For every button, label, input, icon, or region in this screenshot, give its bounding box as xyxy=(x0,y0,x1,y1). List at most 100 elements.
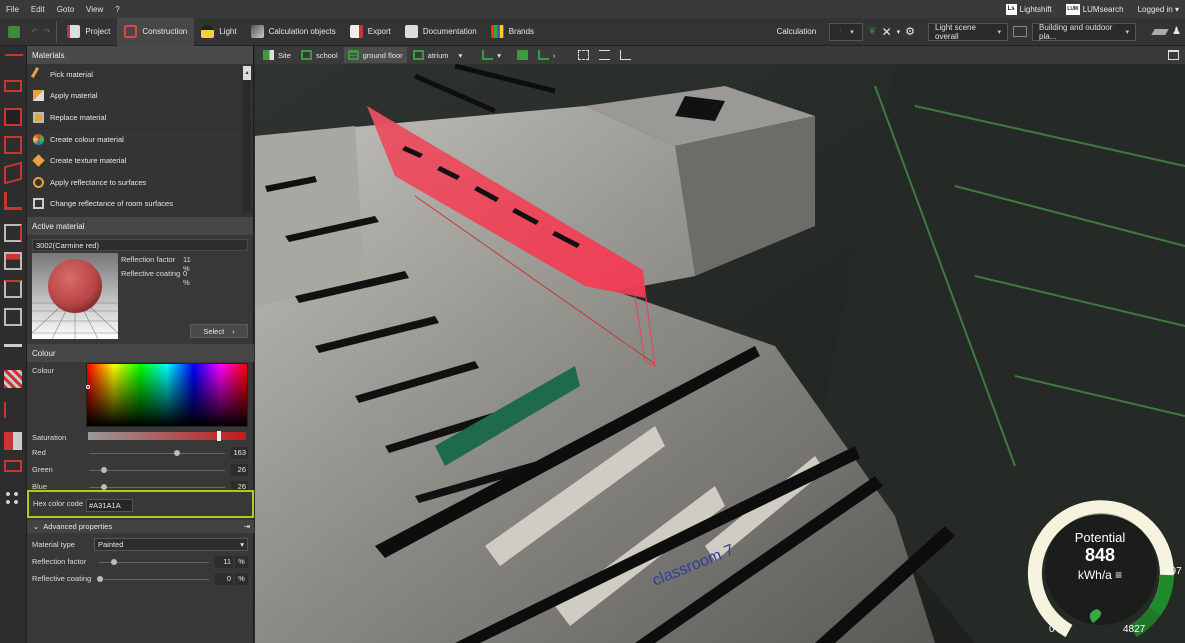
tab-calculation-objects[interactable]: Calculation objects xyxy=(244,18,343,46)
atrium-button[interactable]: atrium ▾ xyxy=(409,47,467,63)
adv-coating-slider[interactable] xyxy=(97,576,209,582)
fill-mode-button[interactable] xyxy=(513,47,532,63)
tab-brands[interactable]: Brands xyxy=(484,18,541,46)
menu-help[interactable]: ? xyxy=(109,5,125,14)
adv-coating-knob[interactable] xyxy=(97,576,103,582)
split-tool-icon[interactable] xyxy=(4,432,22,450)
points-tool-icon[interactable] xyxy=(4,490,22,508)
menu-goto[interactable]: Goto xyxy=(51,5,80,14)
energy-potential-gauge[interactable]: Potential 848 kWh/a ≡ 0 4827 397 xyxy=(1015,493,1185,643)
leaf-icon[interactable]: ❦ xyxy=(868,26,876,37)
menu-edit[interactable]: Edit xyxy=(25,5,51,14)
lightshift-link[interactable]: Ls Lightshift xyxy=(1005,3,1052,15)
tab-light[interactable]: Light xyxy=(194,18,243,46)
chevron-down-icon: ▾ xyxy=(850,28,854,36)
chevron-right-icon: › xyxy=(232,326,235,336)
create-colour-material-item[interactable]: Create colour material xyxy=(27,129,253,151)
saturation-knob[interactable] xyxy=(217,431,221,441)
red-value[interactable]: 163 xyxy=(231,447,248,459)
room-tool-icon[interactable] xyxy=(4,252,22,270)
light-scene-dropdown[interactable]: Light scene overall ▾ xyxy=(928,22,1009,41)
menu-icon[interactable]: ≡ xyxy=(1115,568,1122,582)
profile-tool-icon[interactable] xyxy=(4,402,22,418)
building-dropdown[interactable]: Building and outdoor pla... ▾ xyxy=(1032,22,1137,41)
3d-viewport[interactable]: Site school ground floor atrium ▾ ▾ › cl… xyxy=(255,46,1185,643)
material-type-select[interactable]: Painted ▾ xyxy=(94,538,248,551)
advanced-properties-header[interactable]: ⌄ Advanced properties ⇥ xyxy=(27,520,254,533)
adv-reflection-knob[interactable] xyxy=(111,559,117,565)
tab-construction[interactable]: Construction xyxy=(117,17,195,46)
measure-button[interactable] xyxy=(595,47,614,63)
ceiling-tool-icon[interactable] xyxy=(4,280,22,298)
close-icon[interactable]: ✕ xyxy=(882,25,892,39)
adv-coating-unit: % xyxy=(235,573,248,585)
adv-coating-value[interactable]: 0 xyxy=(215,573,233,585)
logged-in-menu[interactable]: Logged in ▾ xyxy=(1138,5,1179,14)
adv-reflection-slider[interactable] xyxy=(99,559,209,565)
window-tool-icon[interactable] xyxy=(4,161,22,185)
plane-icon[interactable] xyxy=(1151,28,1169,35)
save-button[interactable] xyxy=(0,18,28,46)
green-value[interactable]: 26 xyxy=(231,464,248,476)
gear-icon[interactable]: ⚙ xyxy=(905,25,915,38)
create-texture-material-item[interactable]: Create texture material xyxy=(27,150,253,172)
stairs-tool-icon[interactable] xyxy=(4,192,22,210)
school-button[interactable]: school xyxy=(297,47,342,63)
calculation-mode-dropdown[interactable]: ⋮ ▾ xyxy=(829,22,864,41)
colour-picker[interactable] xyxy=(86,363,248,427)
red-slider[interactable] xyxy=(89,450,225,456)
apply-material-item[interactable]: Apply material xyxy=(27,86,253,108)
redo-button[interactable]: ↷ xyxy=(41,18,54,46)
replace-material-icon xyxy=(33,111,44,123)
fit-view-button[interactable] xyxy=(574,47,593,63)
blue-slider[interactable] xyxy=(89,484,225,490)
floor-tool-icon[interactable] xyxy=(2,54,24,60)
tab-documentation[interactable]: Documentation xyxy=(398,18,484,46)
create-texture-material-label: Create texture material xyxy=(50,156,127,166)
chevron-down-icon[interactable]: ▾ xyxy=(897,28,901,36)
wall-mode-button[interactable]: ▾ xyxy=(478,47,505,63)
undo-button[interactable]: ↶ xyxy=(28,18,41,46)
materials-scrollbar[interactable]: ▴ xyxy=(243,66,251,212)
material-tool-icon[interactable] xyxy=(4,370,22,388)
tab-export[interactable]: Export xyxy=(343,18,398,46)
green-slider[interactable] xyxy=(89,467,225,473)
bell-icon[interactable]: ♟ xyxy=(1172,26,1181,37)
lumsearch-link[interactable]: LUM LUMsearch xyxy=(1065,3,1124,15)
hex-label: Hex color code xyxy=(33,499,84,508)
colour-header: Colour xyxy=(27,344,254,362)
lightshift-label: Lightshift xyxy=(1019,4,1052,14)
screen-icon[interactable] xyxy=(1013,26,1028,37)
column-tool-icon[interactable] xyxy=(4,308,22,326)
floor-button[interactable]: ground floor xyxy=(343,47,407,63)
adv-reflection-unit: % xyxy=(235,556,248,568)
texture-icon xyxy=(32,154,45,167)
table-tool-icon[interactable] xyxy=(4,344,22,354)
tab-project[interactable]: Project xyxy=(60,18,117,46)
maximize-button[interactable] xyxy=(1164,47,1183,63)
adv-reflection-value[interactable]: 11 xyxy=(215,556,233,568)
door-tool-icon[interactable] xyxy=(4,136,22,154)
saturation-slider[interactable] xyxy=(88,431,246,441)
scroll-up-icon[interactable]: ▴ xyxy=(243,66,251,80)
select-material-button[interactable]: Select › xyxy=(190,324,248,338)
change-room-reflectance-item[interactable]: Change reflectance of room surfaces xyxy=(27,194,253,216)
red-knob[interactable] xyxy=(174,450,180,456)
tools-sidebar xyxy=(0,46,27,643)
cube-tool-icon[interactable] xyxy=(4,224,22,242)
axis-button[interactable] xyxy=(616,47,635,63)
site-button[interactable]: Site xyxy=(259,47,295,63)
apply-reflectance-item[interactable]: Apply reflectance to surfaces xyxy=(27,172,253,194)
pin-icon[interactable]: ⇥ xyxy=(244,522,250,531)
gauge-title: Potential xyxy=(1074,530,1126,545)
outline-mode-button[interactable]: › xyxy=(534,47,560,63)
replace-material-item[interactable]: Replace material xyxy=(27,107,253,129)
wall-tool-icon[interactable] xyxy=(4,108,22,126)
menu-file[interactable]: File xyxy=(0,5,25,14)
furniture-tool-icon[interactable] xyxy=(4,80,22,92)
rectangle-tool-icon[interactable] xyxy=(4,460,22,472)
menu-view[interactable]: View xyxy=(80,5,109,14)
green-knob[interactable] xyxy=(101,467,107,473)
hex-color-input[interactable]: #A31A1A xyxy=(86,499,133,512)
pick-material-item[interactable]: Pick material xyxy=(27,64,253,86)
